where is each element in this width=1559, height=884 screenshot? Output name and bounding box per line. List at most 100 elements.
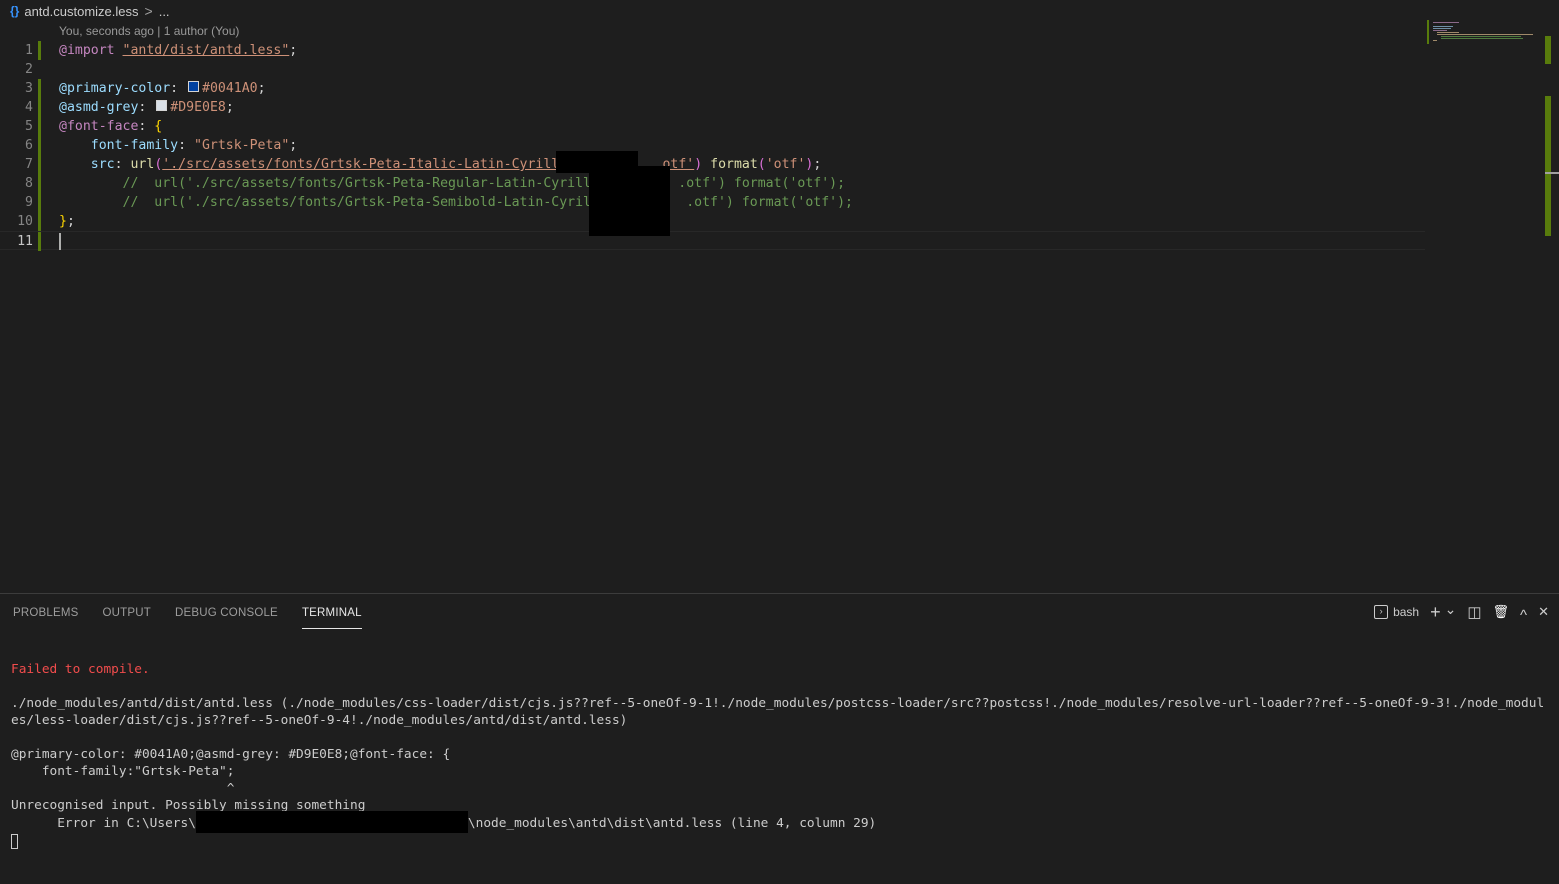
git-modified-marker[interactable] <box>38 41 41 60</box>
line-number: 1 <box>25 43 33 58</box>
error-location-suffix: \node_modules\antd\dist\antd.less (line … <box>467 816 877 831</box>
code-text: @primary-color: #0041A0; <box>59 79 266 98</box>
code-text: @import "antd/dist/antd.less"; <box>59 41 297 60</box>
code-token: src <box>90 157 115 172</box>
tab-problems[interactable]: PROBLEMS <box>13 595 79 629</box>
line-number: 8 <box>25 176 33 191</box>
code-token: "Grtsk-Peta" <box>194 138 290 153</box>
code-line[interactable]: 10}; <box>0 212 1425 231</box>
code-token: : <box>170 81 187 96</box>
code-token: ; <box>289 43 298 58</box>
code-token: #D9E0E8 <box>170 100 226 115</box>
trash-icon[interactable]: 🗑 <box>1493 604 1510 620</box>
code-token: "antd/dist/antd.less" <box>122 43 290 58</box>
code-text <box>59 232 61 251</box>
git-modified-marker[interactable] <box>38 79 41 98</box>
breadcrumb-separator: > <box>144 3 153 19</box>
error-location-prefix: Error in C:\Users\ <box>11 816 196 831</box>
line-number: 11 <box>17 234 33 249</box>
code-text: @font-face: { <box>59 117 162 136</box>
redaction-block <box>589 166 670 236</box>
code-text: // url('./src/assets/fonts/Grtsk-Peta-Re… <box>59 174 846 193</box>
code-token: ( <box>757 157 766 172</box>
close-panel-icon[interactable]: ✕ <box>1538 604 1549 620</box>
chevron-down-icon[interactable]: ⌄ <box>1445 601 1457 618</box>
code-token: // url('./src/assets/fonts/Grtsk-Peta-Se… <box>122 195 853 210</box>
editor-scrollbar[interactable] <box>1545 36 1559 592</box>
git-modified-marker[interactable] <box>38 212 41 231</box>
error-caret: ^ <box>11 781 235 796</box>
tab-terminal[interactable]: TERMINAL <box>301 595 362 629</box>
code-text: }; <box>59 212 75 231</box>
code-token: ; <box>289 138 298 153</box>
git-modified-marker[interactable] <box>38 117 41 136</box>
git-modified-marker[interactable] <box>38 98 41 117</box>
breadcrumb-file[interactable]: antd.customize.less <box>24 4 138 19</box>
code-token: ; <box>257 81 266 96</box>
breadcrumb: {} antd.customize.less > ... <box>0 0 170 22</box>
split-terminal-icon[interactable]: ◫ <box>1467 603 1481 621</box>
code-token: @font-face <box>59 119 139 134</box>
code-token: : <box>178 138 194 153</box>
tab-debug-console[interactable]: DEBUG CONSOLE <box>175 595 278 629</box>
terminal-selector[interactable]: › bash <box>1374 605 1419 619</box>
code-line[interactable]: 4 @asmd-grey: #D9E0E8; <box>0 98 1425 117</box>
terminal-icon: › <box>1374 605 1389 619</box>
redaction-block <box>195 811 468 833</box>
code-token: @import <box>59 43 115 58</box>
panel-actions: › bash + ⌄ ◫ 🗑 ^ ✕ <box>1363 594 1549 630</box>
code-line[interactable]: 2 <box>0 60 1425 79</box>
breadcrumb-more[interactable]: ... <box>159 4 170 19</box>
minimap[interactable] <box>1427 20 1545 46</box>
terminal-output[interactable]: Failed to compile. ./node_modules/antd/d… <box>11 644 1551 884</box>
git-modified-marker[interactable] <box>38 174 41 193</box>
code-line[interactable]: 11 <box>0 231 1425 251</box>
line-number: 6 <box>25 138 33 153</box>
maximize-panel-icon[interactable]: ^ <box>1520 607 1527 624</box>
line-number: 7 <box>25 157 33 172</box>
git-modified-marker[interactable] <box>38 193 41 212</box>
code-text: // url('./src/assets/fonts/Grtsk-Peta-Se… <box>59 193 853 212</box>
line-number: 4 <box>25 100 33 115</box>
color-swatch-icon[interactable] <box>156 100 168 111</box>
code-line[interactable]: 5 @font-face: { <box>0 117 1425 136</box>
terminal-cursor <box>11 834 18 849</box>
code-token: @asmd-grey <box>59 100 139 115</box>
code-token: ; <box>225 100 234 115</box>
code-line[interactable]: 3 @primary-color: #0041A0; <box>0 79 1425 98</box>
text-cursor <box>59 232 61 250</box>
new-terminal-icon[interactable]: + <box>1430 602 1441 623</box>
code-text: src: url('./src/assets/fonts/Grtsk-Peta-… <box>59 155 822 174</box>
less-file-icon: {} <box>10 4 20 18</box>
line-number: 5 <box>25 119 33 134</box>
git-modified-marker[interactable] <box>38 232 41 251</box>
panel-tabs: PROBLEMS OUTPUT DEBUG CONSOLE TERMINAL <box>0 594 373 630</box>
code-line[interactable]: 9 // url('./src/assets/fonts/Grtsk-Peta-… <box>0 193 1425 212</box>
color-swatch-icon[interactable] <box>188 81 200 92</box>
code-line[interactable]: 8 // url('./src/assets/fonts/Grtsk-Peta-… <box>0 174 1425 193</box>
code-editor[interactable]: 1 @import "antd/dist/antd.less"; 2 3 @primar… <box>0 41 1425 251</box>
line-number: 2 <box>25 62 33 77</box>
source-line-2: font-family:"Grtsk-Peta"; <box>11 764 235 779</box>
code-token: } <box>59 214 67 229</box>
error-location: Error in C:\Users\ \node_modules\antd\dis… <box>11 811 1551 833</box>
code-token: url <box>130 157 155 172</box>
git-blame-codelens[interactable]: You, seconds ago | 1 author (You) <box>59 24 239 38</box>
code-token: : <box>138 100 155 115</box>
error-title: Failed to compile. <box>11 662 150 677</box>
code-line[interactable]: 6 font-family: "Grtsk-Peta"; <box>0 136 1425 155</box>
code-text: font-family: "Grtsk-Peta"; <box>59 136 297 155</box>
code-token: @primary-color <box>59 81 171 96</box>
code-token: ) <box>694 157 703 172</box>
git-modified-marker[interactable] <box>38 136 41 155</box>
code-token: : <box>114 157 131 172</box>
code-line[interactable]: 1 @import "antd/dist/antd.less"; <box>0 41 1425 60</box>
code-line[interactable]: 7 src: url('./src/assets/fonts/Grtsk-Pet… <box>0 155 1425 174</box>
git-modified-marker[interactable] <box>38 155 41 174</box>
code-token: ; <box>813 157 822 172</box>
tab-output[interactable]: OUTPUT <box>103 595 151 629</box>
